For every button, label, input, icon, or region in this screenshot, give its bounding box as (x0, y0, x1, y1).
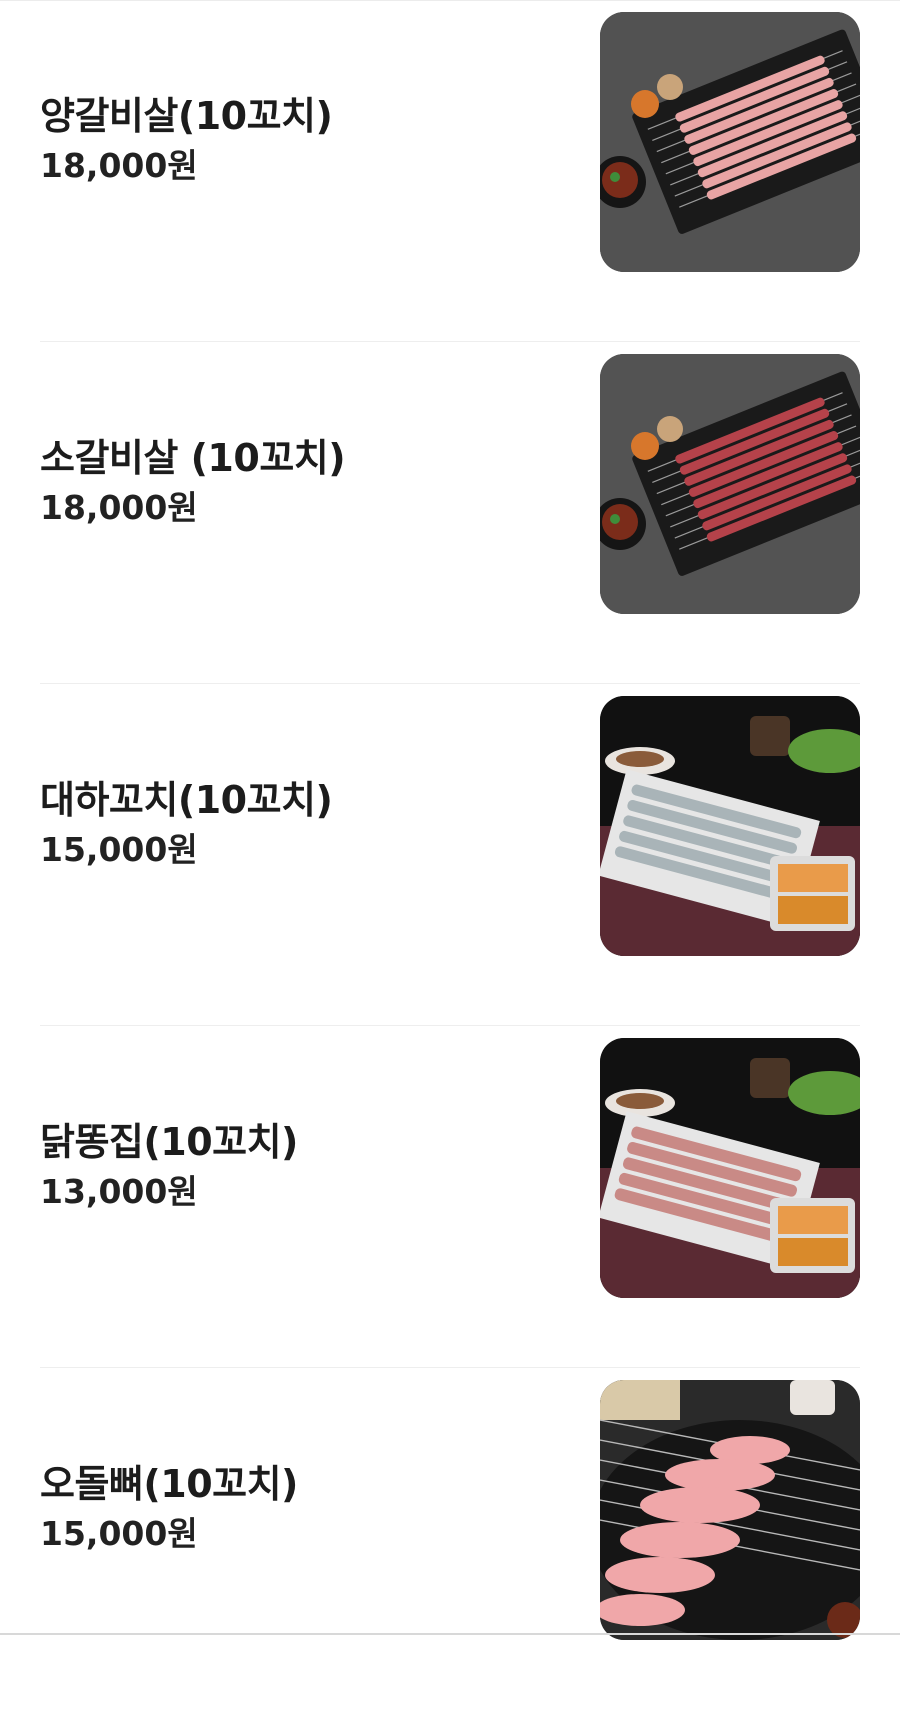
menu-item-text: 대하꼬치(10꼬치) 15,000원 (40, 684, 560, 966)
chicken-gizzard-skewers-photo[interactable] (600, 1038, 860, 1298)
menu-item[interactable]: 양갈비살(10꼬치) 18,000원 (0, 0, 900, 342)
lamb-rib-skewers-photo[interactable] (600, 12, 860, 272)
menu-item-text: 소갈비살 (10꼬치) 18,000원 (40, 342, 560, 624)
menu-item-name: 양갈비살(10꼬치) (40, 93, 333, 138)
beef-rib-skewers-photo[interactable] (600, 354, 860, 614)
menu-item-text: 오돌뼈(10꼬치) 15,000원 (40, 1368, 560, 1650)
menu-item-price: 15,000원 (40, 830, 198, 870)
beef-rib-skewers-image (600, 354, 860, 614)
menu-item[interactable]: 오돌뼈(10꼬치) 15,000원 (0, 1368, 900, 1710)
menu-item-price: 18,000원 (40, 488, 198, 528)
menu-item-price: 15,000원 (40, 1514, 198, 1554)
pork-cartilage-skewers-photo[interactable] (600, 1380, 860, 1640)
menu-item[interactable]: 닭똥집(10꼬치) 13,000원 (0, 1026, 900, 1368)
lamb-rib-skewers-image (600, 12, 860, 272)
menu-list: 양갈비살(10꼬치) 18,000원 소갈비살 (10꼬치) 18,000원 대… (0, 0, 900, 1710)
shrimp-skewers-photo[interactable] (600, 696, 860, 956)
pork-cartilage-skewers-image (600, 1380, 860, 1640)
chicken-gizzard-skewers-image (600, 1038, 860, 1298)
shrimp-skewers-image (600, 696, 860, 956)
menu-item-price: 18,000원 (40, 146, 198, 186)
menu-item[interactable]: 소갈비살 (10꼬치) 18,000원 (0, 342, 900, 684)
menu-item-name: 오돌뼈(10꼬치) (40, 1461, 298, 1506)
menu-item-name: 소갈비살 (10꼬치) (40, 435, 346, 480)
menu-item-text: 닭똥집(10꼬치) 13,000원 (40, 1026, 560, 1308)
menu-item-name: 닭똥집(10꼬치) (40, 1119, 298, 1164)
menu-item-text: 양갈비살(10꼬치) 18,000원 (40, 0, 560, 282)
menu-item-name: 대하꼬치(10꼬치) (40, 777, 333, 822)
menu-item-price: 13,000원 (40, 1172, 198, 1212)
menu-item[interactable]: 대하꼬치(10꼬치) 15,000원 (0, 684, 900, 1026)
